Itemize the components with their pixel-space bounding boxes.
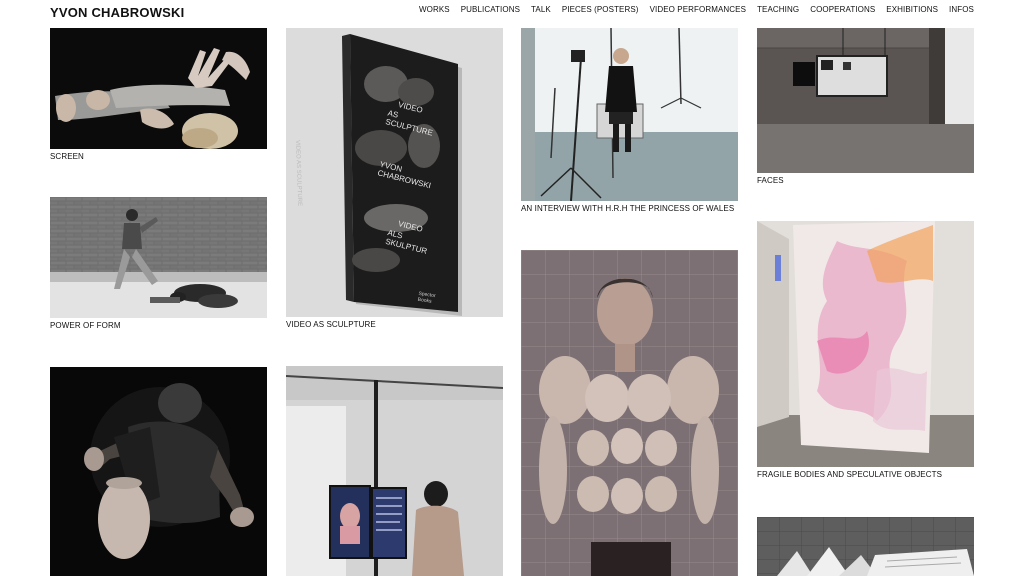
screen-thumbnail[interactable]	[50, 28, 267, 149]
faces-thumbnail[interactable]	[757, 28, 974, 173]
fragile-caption[interactable]: FRAGILE BODIES AND SPECULATIVE OBJECTS	[757, 470, 942, 479]
interview-thumbnail[interactable]	[521, 28, 738, 201]
dark-figure-thumbnail[interactable]	[50, 367, 267, 576]
nav-publications[interactable]: PUBLICATIONS	[461, 5, 520, 14]
nav-teaching[interactable]: TEACHING	[757, 5, 799, 14]
faces-caption[interactable]: FACES	[757, 176, 784, 185]
nav-pieces-posters[interactable]: PIECES (POSTERS)	[562, 5, 639, 14]
paper-installation-thumbnail[interactable]	[757, 517, 974, 576]
screen-caption[interactable]: SCREEN	[50, 152, 84, 161]
nav-cooperations[interactable]: COOPERATIONS	[810, 5, 875, 14]
nav-infos[interactable]: INFOS	[949, 5, 974, 14]
installation-thumbnail[interactable]	[286, 366, 503, 576]
nav-talk[interactable]: TALK	[531, 5, 551, 14]
fragile-thumbnail[interactable]	[757, 221, 974, 467]
site-title[interactable]: YVON CHABROWSKI	[50, 5, 184, 20]
armor-thumbnail[interactable]	[521, 250, 738, 576]
nav-video-performances[interactable]: VIDEO PERFORMANCES	[650, 5, 746, 14]
power-of-form-thumbnail[interactable]	[50, 197, 267, 318]
video-as-sculpture-caption[interactable]: VIDEO AS SCULPTURE	[286, 320, 376, 329]
nav-exhibitions[interactable]: EXHIBITIONS	[886, 5, 938, 14]
main-nav: WORKS PUBLICATIONS TALK PIECES (POSTERS)…	[419, 5, 974, 14]
interview-caption[interactable]: AN INTERVIEW WITH H.R.H THE PRINCESS OF …	[521, 204, 734, 213]
power-of-form-caption[interactable]: POWER OF FORM	[50, 321, 121, 330]
book-publisher: Spector Books	[417, 290, 436, 305]
nav-works[interactable]: WORKS	[419, 5, 450, 14]
